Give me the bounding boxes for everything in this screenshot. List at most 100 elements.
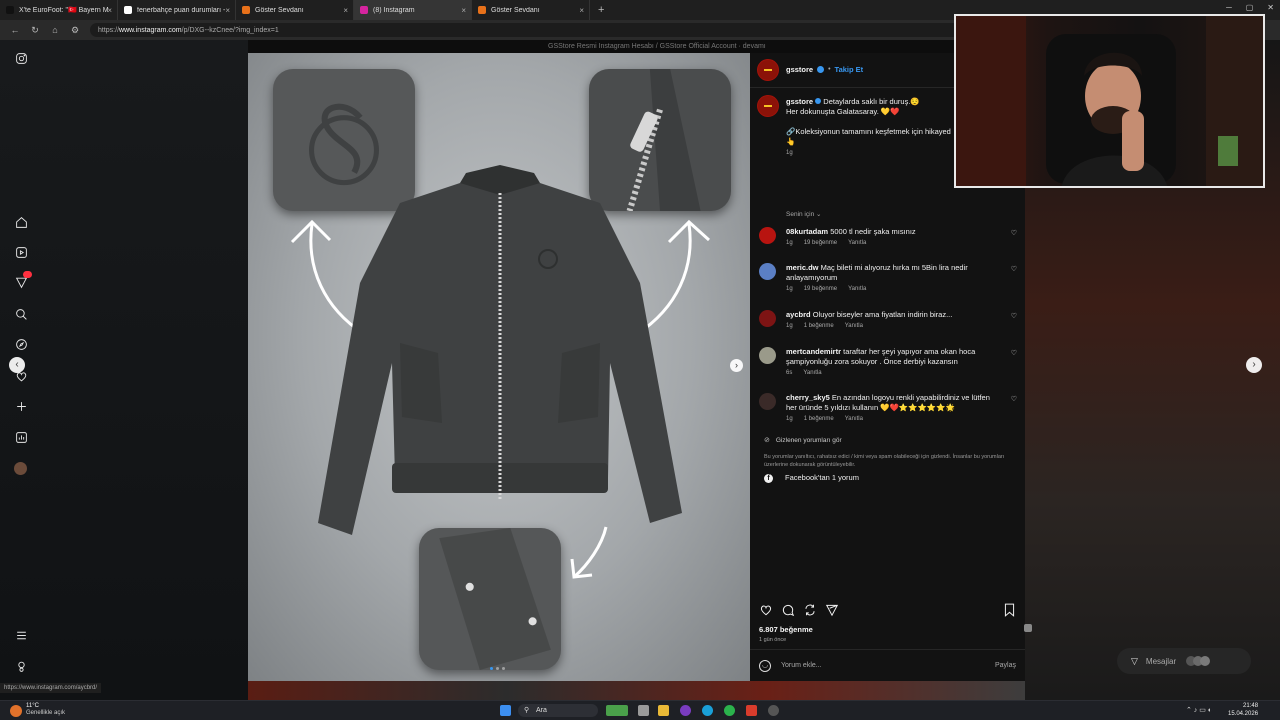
next-image-button[interactable]: › <box>730 359 743 372</box>
comment-like-heart-icon[interactable]: ♡ <box>1011 312 1017 320</box>
browser-tab-2[interactable]: Göster Sevdanı × <box>236 0 354 20</box>
comment-like-count[interactable]: 19 beğenme <box>804 286 837 292</box>
share-send-icon[interactable] <box>825 603 839 622</box>
calendar-app-icon[interactable] <box>746 705 757 716</box>
comment-like-count[interactable]: 1 beğenme <box>804 323 834 329</box>
facebook-comments-link[interactable]: f Facebook'tan 1 yorum <box>764 473 859 483</box>
tab-favicon-icon <box>6 6 14 14</box>
comment-like-heart-icon[interactable]: ♡ <box>1011 349 1017 357</box>
taskbar-search[interactable]: ⚲ Ara <box>518 704 598 717</box>
tab-close-icon[interactable]: × <box>579 6 584 15</box>
window-controls: ─ ▢ ✕ <box>1226 3 1274 12</box>
tab-close-icon[interactable]: × <box>225 6 230 15</box>
commenter-username[interactable]: mertcandemirtr <box>786 347 841 356</box>
comment-input[interactable]: Yorum ekle... <box>781 662 995 669</box>
eye-slash-icon: ⊘ <box>764 437 770 444</box>
commenter-username[interactable]: meric.dw <box>786 263 819 272</box>
messages-drawer-button[interactable]: ▽ Mesajlar <box>1117 648 1251 674</box>
comment-bubble-icon[interactable] <box>781 603 795 622</box>
commenter-avatar[interactable] <box>759 393 776 410</box>
comment-like-count[interactable]: 1 beğenme <box>804 416 834 422</box>
verified-badge-icon <box>817 66 825 73</box>
tab-close-icon[interactable]: × <box>461 6 466 15</box>
comment-like-heart-icon[interactable]: ♡ <box>1011 265 1017 273</box>
weather-icon[interactable] <box>10 705 22 717</box>
profile-avatar-icon[interactable] <box>14 462 28 476</box>
minimize-icon[interactable]: ─ <box>1226 3 1232 12</box>
commenter-avatar[interactable] <box>759 227 776 244</box>
comment-like-heart-icon[interactable]: ♡ <box>1011 229 1017 237</box>
next-post-button[interactable]: › <box>1246 357 1262 373</box>
maximize-icon[interactable]: ▢ <box>1246 3 1254 12</box>
previous-post-button[interactable]: ‹ <box>9 357 25 373</box>
repost-icon[interactable] <box>803 603 817 622</box>
browser-tab-3[interactable]: (8) Instagram × <box>354 0 472 20</box>
reply-button[interactable]: Yanıtla <box>845 323 863 329</box>
back-arrow-icon[interactable]: ← <box>10 25 20 35</box>
system-tray-icons[interactable]: ⌃ ♪ ▭ ◐ <box>1186 706 1212 714</box>
chevron-down-icon: ⌄ <box>816 211 822 218</box>
home-icon[interactable]: ⌂ <box>50 25 60 35</box>
discord-icon[interactable] <box>680 705 691 716</box>
commenter-avatar[interactable] <box>759 263 776 280</box>
follow-button[interactable]: Takip Et <box>835 65 864 74</box>
overlay-close-icon[interactable] <box>1024 624 1032 632</box>
task-view-icon[interactable] <box>638 705 649 716</box>
commenter-avatar[interactable] <box>759 347 776 364</box>
like-heart-icon[interactable] <box>759 603 773 622</box>
reels-nav-icon[interactable] <box>14 246 28 260</box>
post-comment-button[interactable]: Paylaş <box>995 662 1016 669</box>
like-count[interactable]: 6.807 beğenme <box>759 625 813 634</box>
menu-nav-icon[interactable] <box>14 629 28 643</box>
pocket-detail-inset <box>419 528 561 670</box>
tab-close-icon[interactable]: × <box>343 6 348 15</box>
tab-close-icon[interactable]: × <box>107 6 112 15</box>
instagram-logo-icon[interactable] <box>14 52 28 66</box>
weather-widget[interactable]: 11°C Genellikle açık <box>26 703 65 717</box>
comment-filter-dropdown[interactable]: Senin için ⌄ <box>786 210 821 218</box>
commenter-username[interactable]: 08kurtadam <box>786 227 828 236</box>
site-settings-icon[interactable]: ⚙ <box>70 25 80 36</box>
post-username[interactable]: gsstore <box>786 65 813 74</box>
edge-browser-icon[interactable] <box>702 705 713 716</box>
url-input[interactable]: https://www.instagram.com/p/DXG--kzCnee/… <box>90 23 990 37</box>
caption-username[interactable]: gsstore <box>786 97 813 106</box>
create-nav-icon[interactable] <box>14 400 28 414</box>
caption-avatar[interactable] <box>757 95 779 117</box>
browser-tab-0[interactable]: X'te EuroFoot: "🇹🇷 Bayern Mu × <box>0 0 118 20</box>
post-image[interactable]: › <box>248 53 750 681</box>
new-tab-button[interactable]: + <box>598 4 604 16</box>
file-explorer-icon[interactable] <box>658 705 669 716</box>
save-bookmark-icon[interactable] <box>1003 603 1016 622</box>
reply-button[interactable]: Yanıtla <box>845 416 863 422</box>
search-nav-icon[interactable] <box>14 308 28 322</box>
emoji-icon[interactable]: ◡ <box>759 659 771 672</box>
comment-like-count[interactable]: 19 beğenme <box>804 240 837 246</box>
commenter-username[interactable]: aycbrd <box>786 310 811 319</box>
browser-tab-1[interactable]: fenerbahçe puan durumları - Goo× <box>118 0 236 20</box>
close-window-icon[interactable]: ✕ <box>1267 3 1274 12</box>
system-clock[interactable]: 21:48 15.04.2026 <box>1228 702 1258 718</box>
comment-like-heart-icon[interactable]: ♡ <box>1011 395 1017 403</box>
gsstore-avatar[interactable] <box>757 59 779 81</box>
dashboard-nav-icon[interactable] <box>14 431 28 445</box>
tab-favicon-icon <box>478 6 486 14</box>
home-nav-icon[interactable] <box>14 216 28 230</box>
start-windows-icon[interactable] <box>500 705 511 716</box>
whatsapp-icon[interactable] <box>724 705 735 716</box>
commenter-avatar[interactable] <box>759 310 776 327</box>
widget-badge-icon[interactable] <box>606 705 628 716</box>
reply-button[interactable]: Yanıtla <box>848 286 866 292</box>
messages-nav-icon[interactable] <box>14 271 32 290</box>
commenter-username[interactable]: cherry_sky5 <box>786 393 830 402</box>
explore-nav-icon[interactable] <box>14 338 28 352</box>
app-settings-icon[interactable] <box>768 705 779 716</box>
carousel-dots <box>490 667 505 670</box>
reload-icon[interactable]: ↻ <box>30 25 40 36</box>
browser-tab-4[interactable]: Göster Sevdanı × <box>472 0 590 20</box>
threads-nav-icon[interactable] <box>14 660 28 674</box>
streamer-webcam-overlay <box>954 14 1265 188</box>
reply-button[interactable]: Yanıtla <box>803 370 821 376</box>
hidden-comments-toggle[interactable]: ⊘ Gizlenen yorumları gör <box>764 436 842 445</box>
reply-button[interactable]: Yanıtla <box>848 240 866 246</box>
